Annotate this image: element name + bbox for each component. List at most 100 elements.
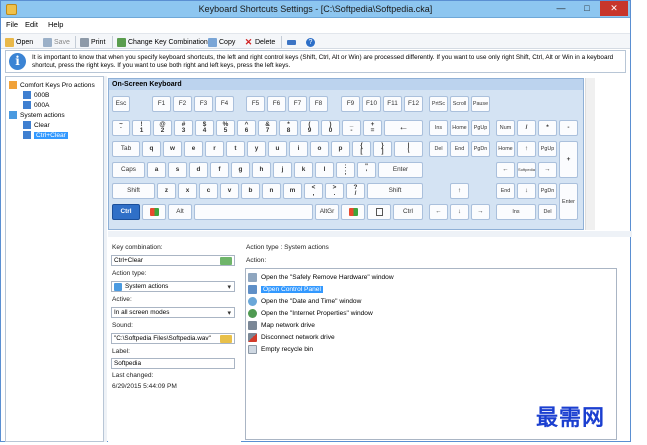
key-backslash[interactable]: | \ xyxy=(394,141,423,157)
key-f[interactable]: f xyxy=(210,162,229,178)
key-m[interactable]: m xyxy=(283,183,302,199)
key-t[interactable]: t xyxy=(226,141,245,157)
delete-button[interactable]: ✕ Delete xyxy=(244,36,276,48)
key-numpad-right[interactable]: → xyxy=(538,162,557,178)
key-f8[interactable]: F8 xyxy=(309,96,328,112)
list-item[interactable]: Open the "Date and Time" window xyxy=(248,296,361,306)
key-l[interactable]: l xyxy=(315,162,334,178)
key-pause[interactable]: Pause xyxy=(471,96,490,112)
key-right-shift[interactable]: Shift xyxy=(367,183,423,199)
menu-edit[interactable]: Edit xyxy=(25,20,38,29)
key-altgr[interactable]: AltGr xyxy=(315,204,339,220)
key-o[interactable]: o xyxy=(310,141,329,157)
key-f9[interactable]: F9 xyxy=(341,96,360,112)
key-f2[interactable]: F2 xyxy=(173,96,192,112)
key-combination-field[interactable]: Ctrl+Clear xyxy=(111,255,235,266)
sound-field[interactable]: "C:\Softpedia Files\Softpedia.wav" xyxy=(111,333,235,344)
key-delete[interactable]: Del xyxy=(429,141,448,157)
key-right-win[interactable] xyxy=(341,204,365,220)
minimize-button[interactable]: — xyxy=(548,1,574,16)
key-r[interactable]: r xyxy=(205,141,224,157)
key-menu[interactable] xyxy=(367,204,391,220)
key-f12[interactable]: F12 xyxy=(404,96,423,112)
key-numpad-down[interactable]: ↓ xyxy=(517,183,536,199)
list-item-selected[interactable]: Open Control Panel xyxy=(248,284,323,294)
open-button[interactable]: Open xyxy=(5,36,33,48)
key-up[interactable]: ↑ xyxy=(450,183,469,199)
key-f7[interactable]: F7 xyxy=(288,96,307,112)
list-item[interactable]: Disconnect network drive xyxy=(248,332,335,342)
key-insert[interactable]: Ins xyxy=(429,120,448,136)
key-left-bracket[interactable]: { [ xyxy=(352,141,371,157)
vertical-splitter[interactable] xyxy=(104,76,107,442)
key-j[interactable]: j xyxy=(273,162,292,178)
key-prtsc[interactable]: PrtSc xyxy=(429,96,448,112)
copy-button[interactable]: Copy xyxy=(208,36,235,48)
key-left-alt[interactable]: Alt xyxy=(168,204,192,220)
key-2[interactable]: @ 2 xyxy=(153,120,172,136)
tree-item[interactable]: 000A xyxy=(23,100,49,110)
key-numpad-page-down[interactable]: PgDn xyxy=(538,183,557,199)
menu-help[interactable]: Help xyxy=(48,20,63,29)
key-numpad-5[interactable]: Softpedia xyxy=(517,162,536,178)
change-key-combination-button[interactable]: Change Key Combination xyxy=(117,36,208,48)
help-button[interactable]: ? xyxy=(306,36,317,48)
tree-item[interactable]: Clear xyxy=(23,120,50,130)
key-w[interactable]: w xyxy=(163,141,182,157)
key-f5[interactable]: F5 xyxy=(246,96,265,112)
key-slash[interactable]: ? / xyxy=(346,183,365,199)
key-numpad-enter[interactable]: Enter xyxy=(559,183,578,220)
key-home[interactable]: Home xyxy=(450,120,469,136)
key-f6[interactable]: F6 xyxy=(267,96,286,112)
key-x[interactable]: x xyxy=(178,183,197,199)
key-i[interactable]: i xyxy=(289,141,308,157)
maximize-button[interactable]: □ xyxy=(574,1,600,16)
key-e[interactable]: e xyxy=(184,141,203,157)
key-9[interactable]: ( 9 xyxy=(300,120,319,136)
key-esc[interactable]: Esc xyxy=(112,96,130,112)
key-semicolon[interactable]: : ; xyxy=(336,162,355,178)
key-numpad-home[interactable]: Home xyxy=(496,141,515,157)
key-down-arrow[interactable]: ↓ xyxy=(450,204,469,220)
key-quote[interactable]: " ' xyxy=(357,162,376,178)
key-f11[interactable]: F11 xyxy=(383,96,402,112)
key-u[interactable]: u xyxy=(268,141,287,157)
key-5[interactable]: % 5 xyxy=(216,120,235,136)
key-y[interactable]: y xyxy=(247,141,266,157)
key-3[interactable]: # 3 xyxy=(174,120,193,136)
list-item[interactable]: Empty recycle bin xyxy=(248,344,313,354)
key-equals[interactable]: + = xyxy=(363,120,382,136)
keyboard-scrollbar[interactable] xyxy=(585,78,595,230)
list-item[interactable]: Open the "Internet Properties" window xyxy=(248,308,373,318)
key-left-ctrl[interactable]: Ctrl xyxy=(112,204,140,220)
key-numpad-plus[interactable]: + xyxy=(559,141,578,178)
key-scroll[interactable]: Scroll xyxy=(450,96,469,112)
key-f1[interactable]: F1 xyxy=(152,96,171,112)
tree-item-selected[interactable]: Ctrl+Clear xyxy=(23,130,68,140)
key-numpad-left[interactable]: ← xyxy=(496,162,515,178)
key-enter[interactable]: Enter xyxy=(378,162,423,178)
key-end[interactable]: End xyxy=(450,141,469,157)
key-8[interactable]: * 8 xyxy=(279,120,298,136)
keyboard-view-button[interactable] xyxy=(287,36,298,48)
key-caps[interactable]: Caps xyxy=(112,162,145,178)
key-right-bracket[interactable]: } ] xyxy=(373,141,392,157)
key-numpad-up[interactable]: ↑ xyxy=(517,141,536,157)
key-numpad-end[interactable]: End xyxy=(496,183,515,199)
list-item[interactable]: Open the "Safely Remove Hardware" window xyxy=(248,272,394,282)
key-comma[interactable]: < , xyxy=(304,183,323,199)
save-button[interactable]: Save xyxy=(43,36,70,48)
key-p[interactable]: p xyxy=(331,141,350,157)
key-1[interactable]: ! 1 xyxy=(132,120,151,136)
tree-item[interactable]: 000B xyxy=(23,90,49,100)
key-left-shift[interactable]: Shift xyxy=(112,183,155,199)
key-numpad-star[interactable]: * xyxy=(538,120,557,136)
key-s[interactable]: s xyxy=(168,162,187,178)
key-b[interactable]: b xyxy=(241,183,260,199)
key-left-arrow[interactable]: ← xyxy=(429,204,448,220)
key-numpad-page-up[interactable]: PgUp xyxy=(538,141,557,157)
key-7[interactable]: & 7 xyxy=(258,120,277,136)
key-minus[interactable]: _ - xyxy=(342,120,361,136)
key-0[interactable]: ) 0 xyxy=(321,120,340,136)
key-space[interactable] xyxy=(194,204,313,220)
